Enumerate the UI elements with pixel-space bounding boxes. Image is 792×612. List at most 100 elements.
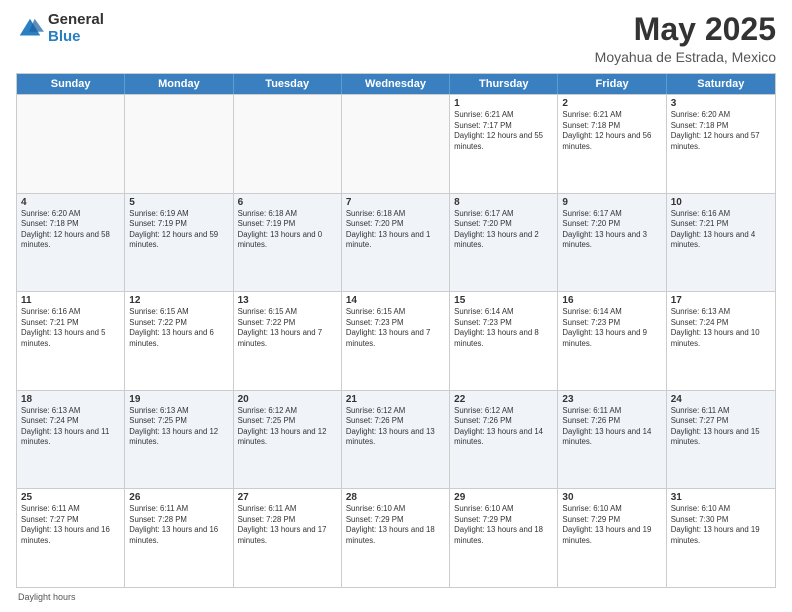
day-cell-22: 22Sunrise: 6:12 AMSunset: 7:26 PMDayligh… (450, 391, 558, 489)
day-number: 23 (562, 394, 661, 405)
day-number: 19 (129, 394, 228, 405)
day-number: 25 (21, 492, 120, 503)
day-info: Sunrise: 6:20 AMSunset: 7:18 PMDaylight:… (671, 110, 771, 152)
calendar-header: SundayMondayTuesdayWednesdayThursdayFrid… (17, 74, 775, 94)
day-info: Sunrise: 6:14 AMSunset: 7:23 PMDaylight:… (562, 307, 661, 349)
day-number: 27 (238, 492, 337, 503)
header-day-tuesday: Tuesday (234, 74, 342, 94)
day-cell-12: 12Sunrise: 6:15 AMSunset: 7:22 PMDayligh… (125, 292, 233, 390)
day-info: Sunrise: 6:21 AMSunset: 7:17 PMDaylight:… (454, 110, 553, 152)
day-number: 20 (238, 394, 337, 405)
day-cell-17: 17Sunrise: 6:13 AMSunset: 7:24 PMDayligh… (667, 292, 775, 390)
day-number: 16 (562, 295, 661, 306)
day-number: 3 (671, 98, 771, 109)
day-cell-10: 10Sunrise: 6:16 AMSunset: 7:21 PMDayligh… (667, 194, 775, 292)
day-number: 5 (129, 197, 228, 208)
day-number: 15 (454, 295, 553, 306)
day-info: Sunrise: 6:11 AMSunset: 7:27 PMDaylight:… (671, 406, 771, 448)
day-cell-3: 3Sunrise: 6:20 AMSunset: 7:18 PMDaylight… (667, 95, 775, 193)
day-info: Sunrise: 6:15 AMSunset: 7:22 PMDaylight:… (129, 307, 228, 349)
day-info: Sunrise: 6:11 AMSunset: 7:28 PMDaylight:… (238, 504, 337, 546)
day-cell-8: 8Sunrise: 6:17 AMSunset: 7:20 PMDaylight… (450, 194, 558, 292)
day-cell-1: 1Sunrise: 6:21 AMSunset: 7:17 PMDaylight… (450, 95, 558, 193)
day-number: 2 (562, 98, 661, 109)
day-cell-28: 28Sunrise: 6:10 AMSunset: 7:29 PMDayligh… (342, 489, 450, 587)
empty-cell (125, 95, 233, 193)
day-number: 12 (129, 295, 228, 306)
day-number: 10 (671, 197, 771, 208)
day-info: Sunrise: 6:11 AMSunset: 7:26 PMDaylight:… (562, 406, 661, 448)
day-number: 11 (21, 295, 120, 306)
day-cell-6: 6Sunrise: 6:18 AMSunset: 7:19 PMDaylight… (234, 194, 342, 292)
day-cell-14: 14Sunrise: 6:15 AMSunset: 7:23 PMDayligh… (342, 292, 450, 390)
day-info: Sunrise: 6:13 AMSunset: 7:24 PMDaylight:… (671, 307, 771, 349)
empty-cell (342, 95, 450, 193)
calendar-row-5: 25Sunrise: 6:11 AMSunset: 7:27 PMDayligh… (17, 488, 775, 587)
day-number: 8 (454, 197, 553, 208)
calendar-row-2: 4Sunrise: 6:20 AMSunset: 7:18 PMDaylight… (17, 193, 775, 292)
header-day-saturday: Saturday (667, 74, 775, 94)
page: General Blue May 2025 Moyahua de Estrada… (0, 0, 792, 612)
day-info: Sunrise: 6:19 AMSunset: 7:19 PMDaylight:… (129, 209, 228, 251)
day-number: 26 (129, 492, 228, 503)
title-block: May 2025 Moyahua de Estrada, Mexico (595, 12, 776, 65)
day-cell-7: 7Sunrise: 6:18 AMSunset: 7:20 PMDaylight… (342, 194, 450, 292)
day-info: Sunrise: 6:21 AMSunset: 7:18 PMDaylight:… (562, 110, 661, 152)
day-cell-25: 25Sunrise: 6:11 AMSunset: 7:27 PMDayligh… (17, 489, 125, 587)
day-cell-11: 11Sunrise: 6:16 AMSunset: 7:21 PMDayligh… (17, 292, 125, 390)
logo-text: General Blue (48, 12, 104, 45)
day-info: Sunrise: 6:20 AMSunset: 7:18 PMDaylight:… (21, 209, 120, 251)
day-cell-26: 26Sunrise: 6:11 AMSunset: 7:28 PMDayligh… (125, 489, 233, 587)
day-cell-24: 24Sunrise: 6:11 AMSunset: 7:27 PMDayligh… (667, 391, 775, 489)
day-number: 18 (21, 394, 120, 405)
day-cell-30: 30Sunrise: 6:10 AMSunset: 7:29 PMDayligh… (558, 489, 666, 587)
day-cell-20: 20Sunrise: 6:12 AMSunset: 7:25 PMDayligh… (234, 391, 342, 489)
calendar: SundayMondayTuesdayWednesdayThursdayFrid… (16, 73, 776, 588)
day-info: Sunrise: 6:17 AMSunset: 7:20 PMDaylight:… (454, 209, 553, 251)
day-number: 22 (454, 394, 553, 405)
calendar-row-4: 18Sunrise: 6:13 AMSunset: 7:24 PMDayligh… (17, 390, 775, 489)
calendar-row-1: 1Sunrise: 6:21 AMSunset: 7:17 PMDaylight… (17, 94, 775, 193)
day-number: 28 (346, 492, 445, 503)
day-cell-9: 9Sunrise: 6:17 AMSunset: 7:20 PMDaylight… (558, 194, 666, 292)
day-number: 31 (671, 492, 771, 503)
empty-cell (234, 95, 342, 193)
day-number: 9 (562, 197, 661, 208)
day-cell-21: 21Sunrise: 6:12 AMSunset: 7:26 PMDayligh… (342, 391, 450, 489)
day-cell-18: 18Sunrise: 6:13 AMSunset: 7:24 PMDayligh… (17, 391, 125, 489)
day-number: 24 (671, 394, 771, 405)
day-info: Sunrise: 6:12 AMSunset: 7:26 PMDaylight:… (454, 406, 553, 448)
day-info: Sunrise: 6:12 AMSunset: 7:26 PMDaylight:… (346, 406, 445, 448)
day-number: 21 (346, 394, 445, 405)
header-day-sunday: Sunday (17, 74, 125, 94)
logo-blue: Blue (48, 29, 104, 46)
day-info: Sunrise: 6:10 AMSunset: 7:29 PMDaylight:… (346, 504, 445, 546)
day-number: 17 (671, 295, 771, 306)
day-number: 4 (21, 197, 120, 208)
empty-cell (17, 95, 125, 193)
footer-note: Daylight hours (16, 592, 776, 602)
logo-general: General (48, 12, 104, 29)
day-number: 7 (346, 197, 445, 208)
calendar-body: 1Sunrise: 6:21 AMSunset: 7:17 PMDaylight… (17, 94, 775, 587)
day-info: Sunrise: 6:14 AMSunset: 7:23 PMDaylight:… (454, 307, 553, 349)
day-info: Sunrise: 6:12 AMSunset: 7:25 PMDaylight:… (238, 406, 337, 448)
day-info: Sunrise: 6:10 AMSunset: 7:29 PMDaylight:… (454, 504, 553, 546)
day-cell-2: 2Sunrise: 6:21 AMSunset: 7:18 PMDaylight… (558, 95, 666, 193)
subtitle: Moyahua de Estrada, Mexico (595, 49, 776, 65)
header-day-thursday: Thursday (450, 74, 558, 94)
day-info: Sunrise: 6:16 AMSunset: 7:21 PMDaylight:… (21, 307, 120, 349)
day-info: Sunrise: 6:18 AMSunset: 7:19 PMDaylight:… (238, 209, 337, 251)
day-info: Sunrise: 6:16 AMSunset: 7:21 PMDaylight:… (671, 209, 771, 251)
day-info: Sunrise: 6:11 AMSunset: 7:28 PMDaylight:… (129, 504, 228, 546)
day-cell-15: 15Sunrise: 6:14 AMSunset: 7:23 PMDayligh… (450, 292, 558, 390)
day-number: 30 (562, 492, 661, 503)
day-info: Sunrise: 6:18 AMSunset: 7:20 PMDaylight:… (346, 209, 445, 251)
day-cell-29: 29Sunrise: 6:10 AMSunset: 7:29 PMDayligh… (450, 489, 558, 587)
header: General Blue May 2025 Moyahua de Estrada… (16, 12, 776, 65)
day-info: Sunrise: 6:10 AMSunset: 7:29 PMDaylight:… (562, 504, 661, 546)
day-number: 6 (238, 197, 337, 208)
day-cell-4: 4Sunrise: 6:20 AMSunset: 7:18 PMDaylight… (17, 194, 125, 292)
day-cell-27: 27Sunrise: 6:11 AMSunset: 7:28 PMDayligh… (234, 489, 342, 587)
day-cell-19: 19Sunrise: 6:13 AMSunset: 7:25 PMDayligh… (125, 391, 233, 489)
